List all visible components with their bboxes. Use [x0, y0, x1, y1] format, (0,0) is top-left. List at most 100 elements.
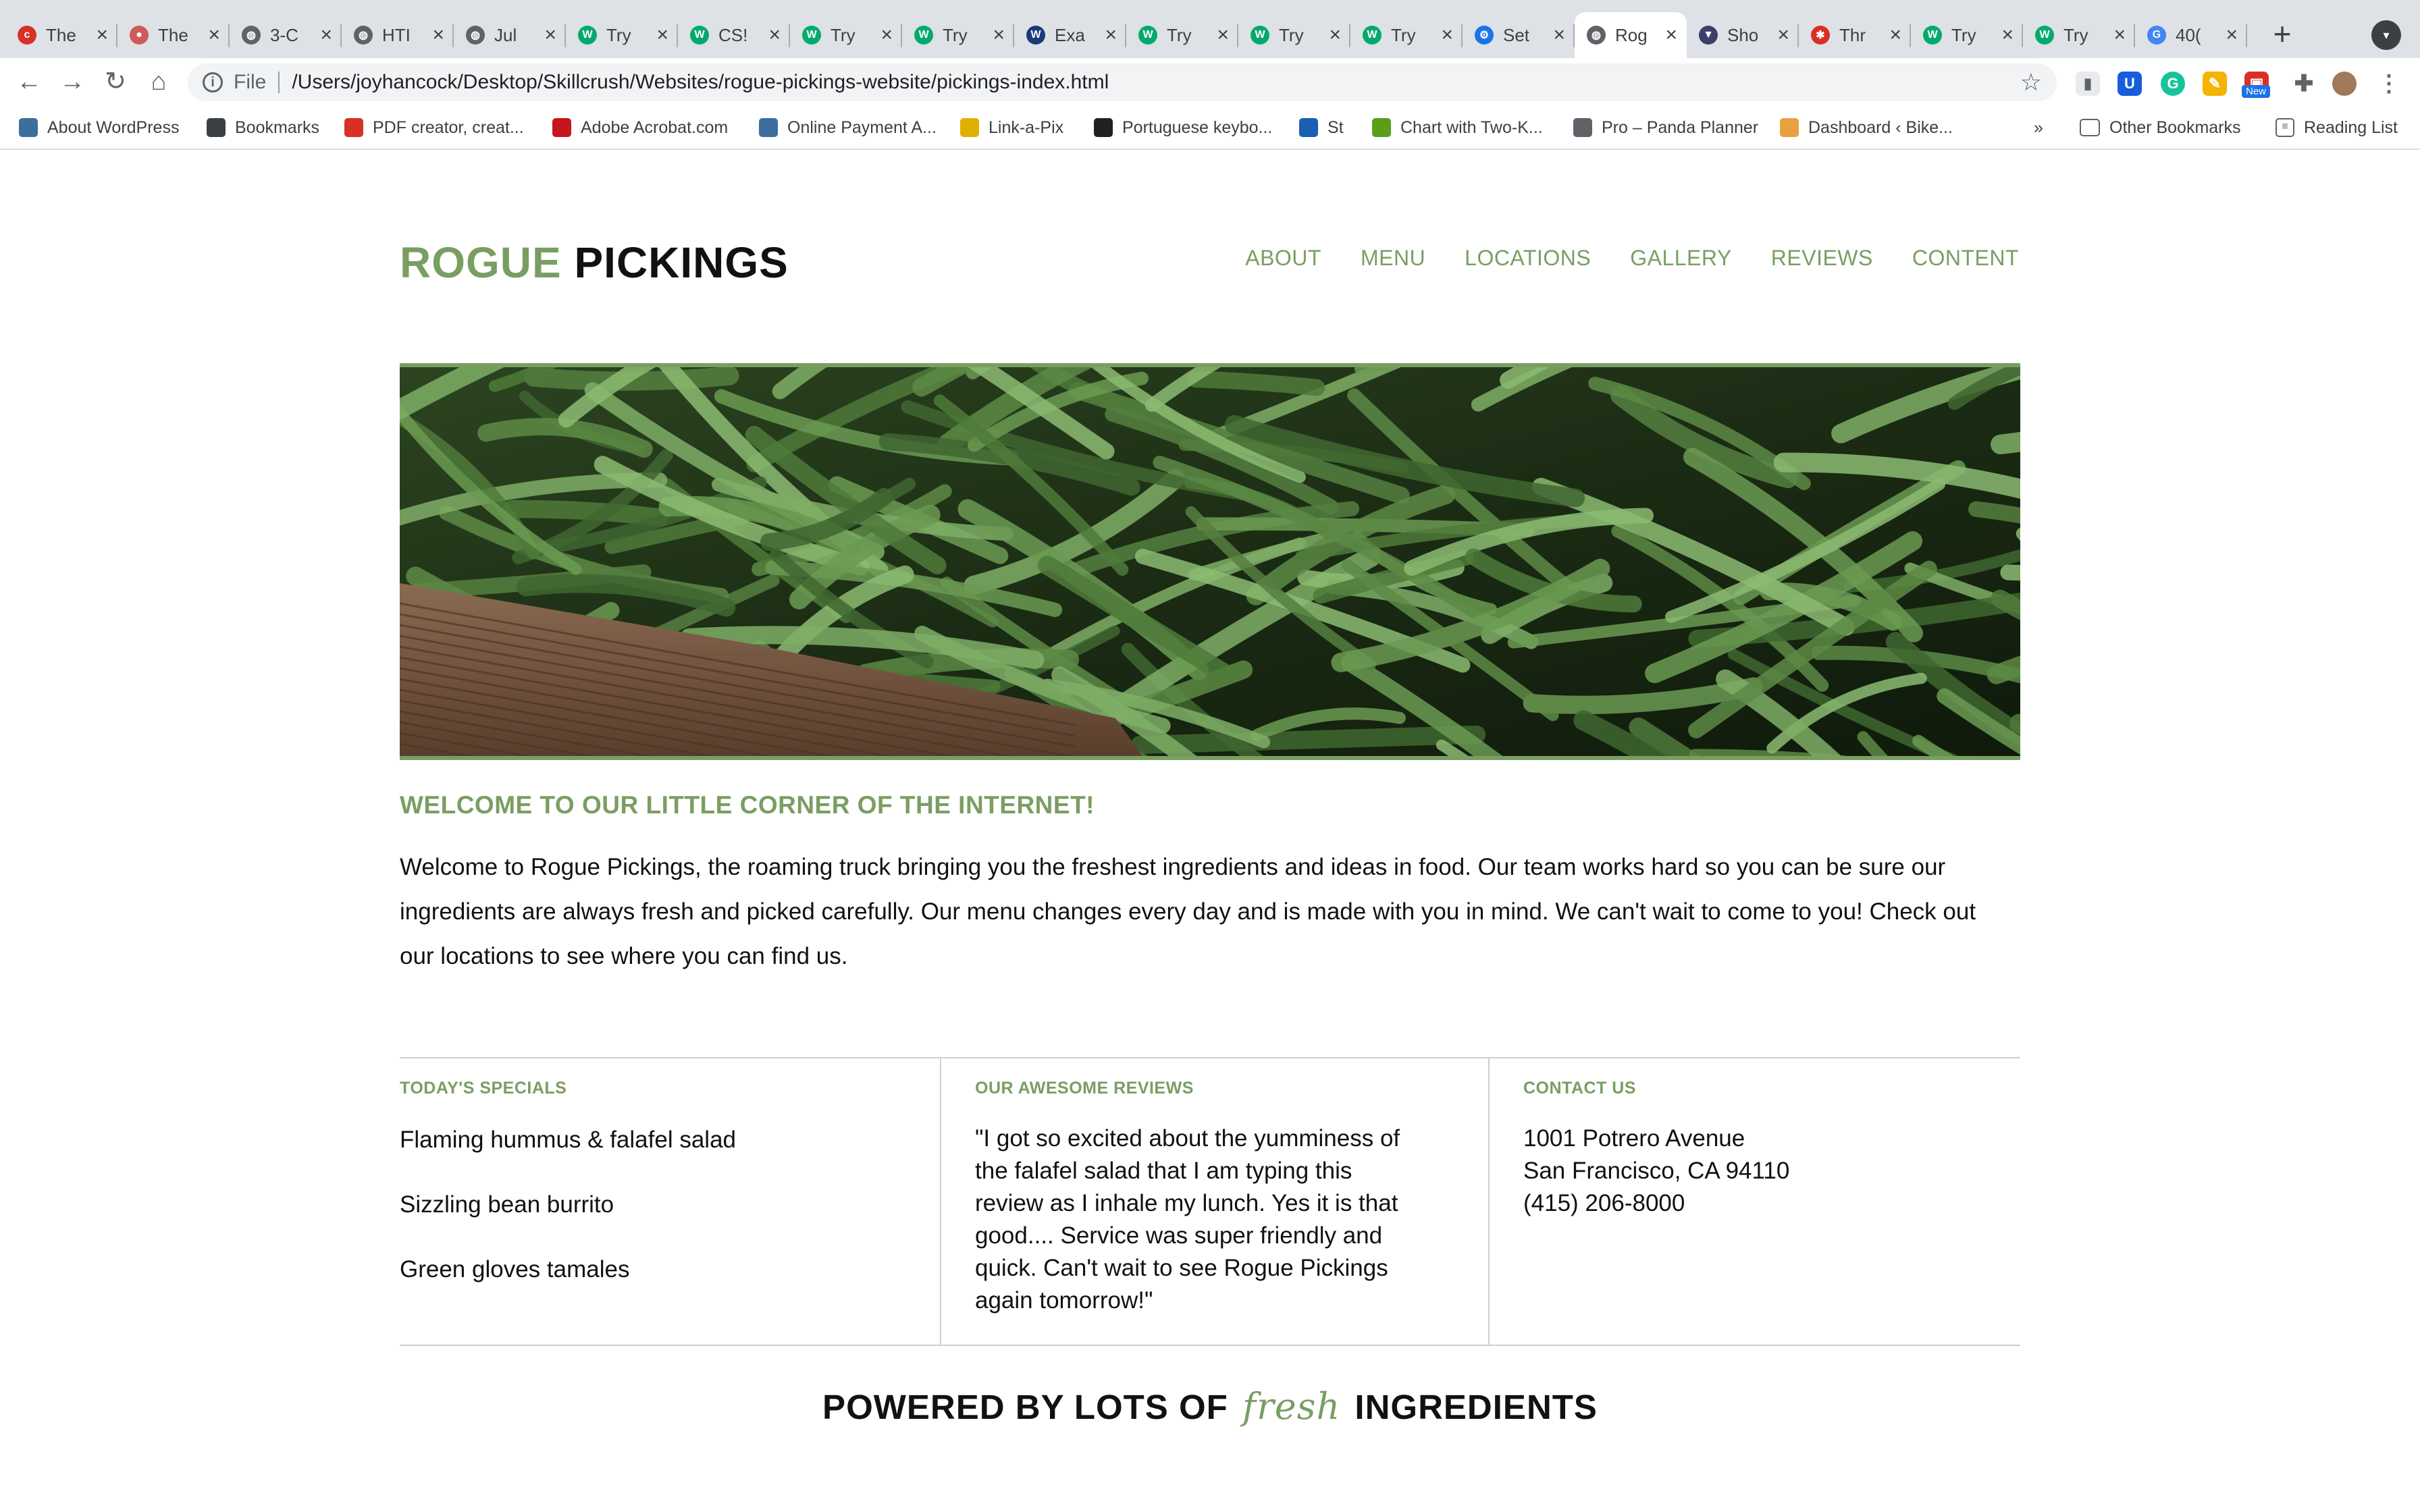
fox-logo-icon: ▼ — [1699, 26, 1718, 45]
browser-tab[interactable]: W Exa × — [1014, 12, 1126, 58]
tab-close-icon[interactable]: × — [2113, 24, 2126, 47]
browser-tab[interactable]: ◍ Rog × — [1575, 12, 1687, 58]
contact-street: 1001 Potrero Avenue — [1523, 1125, 1745, 1152]
browser-tab[interactable]: W Try × — [2023, 12, 2135, 58]
bookmarks-overflow-button[interactable]: » — [2034, 116, 2043, 139]
browser-tab[interactable]: ✱ Thr × — [1799, 12, 1911, 58]
bookmark-star-icon[interactable]: ☆ — [2020, 68, 2042, 97]
contact-city: San Francisco, CA 94110 — [1523, 1158, 1790, 1184]
other-bookmarks-folder[interactable]: Other Bookmarks — [2080, 116, 2241, 139]
browser-tab[interactable]: ◍ 3-C × — [230, 12, 342, 58]
contact-column: CONTACT US 1001 Potrero Avenue San Franc… — [1488, 1058, 2020, 1345]
tab-close-icon[interactable]: × — [2001, 24, 2014, 47]
tab-close-icon[interactable]: × — [1553, 24, 1565, 47]
specials-column: TODAY'S SPECIALS Flaming hummus & falafe… — [400, 1058, 940, 1345]
tab-close-icon[interactable]: × — [432, 24, 444, 47]
tab-close-icon[interactable]: × — [1217, 24, 1229, 47]
nav-reviews[interactable]: REVIEWS — [1771, 246, 1873, 271]
nav-content[interactable]: CONTENT — [1912, 246, 2019, 271]
reload-icon[interactable]: ↻ — [99, 65, 132, 99]
color-picker-icon[interactable]: ✎ — [2203, 72, 2227, 96]
reviews-column: OUR AWESOME REVIEWS "I got so excited ab… — [940, 1058, 1488, 1345]
forward-arrow-icon[interactable]: → — [55, 65, 89, 99]
nav-menu[interactable]: MENU — [1361, 246, 1425, 271]
tab-close-icon[interactable]: × — [993, 24, 1005, 47]
browser-menu-icon[interactable]: ⋮ — [2377, 72, 2401, 96]
tab-close-icon[interactable]: × — [1329, 24, 1341, 47]
reading-list-button[interactable]: ≡ Reading List — [2276, 116, 2398, 139]
browser-tab[interactable]: ⚙ Set × — [1463, 12, 1575, 58]
profile-avatar[interactable] — [2332, 72, 2357, 96]
back-arrow-icon[interactable]: ← — [12, 65, 46, 99]
browser-tab[interactable]: c The × — [5, 12, 117, 58]
browser-tab[interactable]: W Try × — [1126, 12, 1238, 58]
bookmark-item[interactable]: St — [1299, 116, 1344, 139]
tab-close-icon[interactable]: × — [1105, 24, 1117, 47]
home-icon[interactable]: ⌂ — [142, 65, 176, 99]
st-icon — [1299, 118, 1318, 137]
browser-tab[interactable]: W CS! × — [678, 12, 790, 58]
bookmark-item[interactable]: About WordPress — [19, 116, 179, 139]
tab-search-icon[interactable]: ▾ — [2371, 20, 2401, 50]
nav-gallery[interactable]: GALLERY — [1630, 246, 1732, 271]
new-tab-button[interactable]: + — [2263, 16, 2301, 54]
url-text[interactable]: /Users/joyhancock/Desktop/Skillcrush/Web… — [292, 71, 1109, 94]
tab-title: 40( — [2176, 24, 2201, 45]
grammarly-icon[interactable]: G — [2161, 72, 2185, 96]
browser-tab[interactable]: W Try × — [1350, 12, 1463, 58]
tab-close-icon[interactable]: × — [880, 24, 893, 47]
tab-close-icon[interactable]: × — [2226, 24, 2238, 47]
browser-tab[interactable]: ◍ Jul × — [454, 12, 566, 58]
tab-close-icon[interactable]: × — [96, 24, 108, 47]
browser-tab[interactable]: G 40(× — [2135, 12, 2247, 58]
browser-tab[interactable]: ◍ HTI × — [342, 12, 454, 58]
bookmark-item[interactable]: Adobe Acrobat.com — [552, 116, 728, 139]
browser-tab[interactable]: ▼ Sho × — [1687, 12, 1799, 58]
site-info-icon[interactable]: i — [203, 72, 223, 92]
contact-phone[interactable]: (415) 206-8000 — [1523, 1187, 2020, 1220]
bitwarden-icon[interactable]: U — [2118, 72, 2142, 96]
tab-title: Thr — [1839, 24, 1866, 45]
tab-title: CS! — [718, 24, 748, 45]
tab-close-icon[interactable]: × — [208, 24, 220, 47]
bookmark-item[interactable]: Link-a-Pix — [960, 116, 1063, 139]
bookmark-item[interactable]: Bookmarks — [207, 116, 319, 139]
browser-tab[interactable]: W Try × — [566, 12, 678, 58]
nav-about[interactable]: ABOUT — [1245, 246, 1321, 271]
site-logo[interactable]: ROGUE PICKINGS — [400, 238, 789, 288]
bookmark-item[interactable]: Chart with Two-K... — [1372, 116, 1543, 139]
tab-close-icon[interactable]: × — [1441, 24, 1453, 47]
tab-close-icon[interactable]: × — [320, 24, 332, 47]
tab-close-icon[interactable]: × — [1665, 24, 1677, 47]
tab-close-icon[interactable]: × — [544, 24, 556, 47]
footer-text-after: INGREDIENTS — [1354, 1388, 1598, 1426]
tab-close-icon[interactable]: × — [768, 24, 781, 47]
extensions-puzzle-icon[interactable]: ✚ — [2292, 72, 2316, 96]
extension-shield-icon[interactable]: ▮ — [2076, 72, 2100, 96]
browser-tab[interactable]: W Try × — [1238, 12, 1350, 58]
tab-close-icon[interactable]: × — [1777, 24, 1789, 47]
logo-pickings: PICKINGS — [574, 238, 789, 287]
welcome-title: WELCOME TO OUR LITTLE CORNER OF THE INTE… — [400, 791, 1095, 819]
main-nav: ABOUT MENU LOCATIONS GALLERY REVIEWS CON… — [1245, 246, 2019, 271]
bookmark-item[interactable]: Online Payment A... — [759, 116, 937, 139]
w3-icon: W — [1026, 26, 1045, 45]
footer-text-before: POWERED BY LOTS OF — [822, 1388, 1228, 1426]
panda-icon — [1573, 118, 1592, 137]
url-divider — [278, 72, 280, 93]
bookmark-item[interactable]: Pro – Panda Planner — [1573, 116, 1758, 139]
bookmark-item[interactable]: Dashboard ‹ Bike... — [1780, 116, 1953, 139]
browser-tab[interactable]: W Try × — [1911, 12, 2023, 58]
wordpress-icon — [19, 118, 38, 137]
url-scheme: File — [234, 71, 267, 93]
browser-tab[interactable]: ● The × — [117, 12, 230, 58]
browser-tab[interactable]: W Try × — [902, 12, 1014, 58]
globe-icon: ◍ — [242, 26, 261, 45]
bookmark-item[interactable]: PDF creator, creat... — [344, 116, 524, 139]
bookmark-item[interactable]: Portuguese keybo... — [1094, 116, 1272, 139]
browser-tab[interactable]: W Try × — [790, 12, 902, 58]
tab-close-icon[interactable]: × — [656, 24, 668, 47]
address-bar[interactable]: i File /Users/joyhancock/Desktop/Skillcr… — [188, 63, 2057, 101]
tab-close-icon[interactable]: × — [1889, 24, 1901, 47]
nav-locations[interactable]: LOCATIONS — [1465, 246, 1591, 271]
